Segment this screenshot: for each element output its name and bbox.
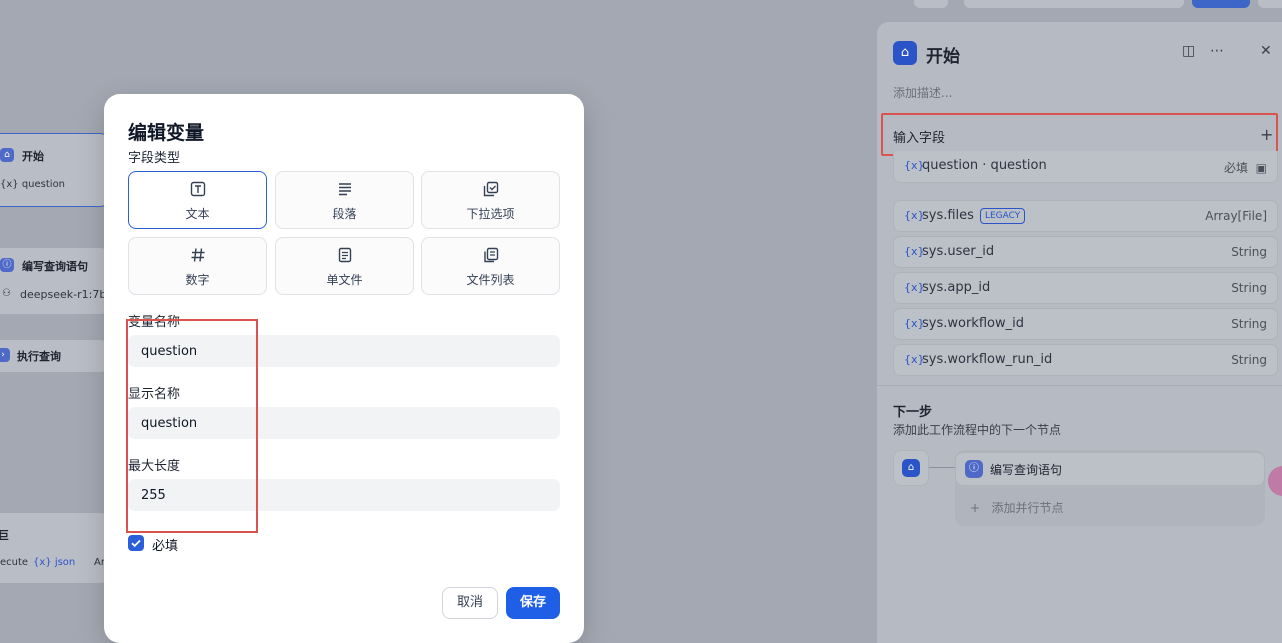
panel-title: 开始 — [926, 47, 960, 67]
divider — [877, 385, 1282, 386]
file-icon — [276, 247, 413, 267]
variable-name-wrap: sys.files LEGACY — [922, 208, 1026, 224]
add-parallel-label: 添加并行节点 — [991, 501, 1064, 515]
variable-row-sys-workflow-run-id[interactable]: {x} sys.workflow_run_id String — [893, 344, 1278, 376]
type-card-single-file[interactable]: 单文件 — [275, 237, 414, 295]
llm-icon: ⓘ — [965, 460, 983, 478]
file-list-icon — [422, 247, 559, 267]
paragraph-icon — [276, 181, 413, 201]
bottom-node-sub: ecute — [0, 557, 29, 568]
bottom-node[interactable] — [0, 513, 110, 583]
model-icon: ⚇ — [2, 288, 11, 299]
layout-icon[interactable]: ◫ — [1182, 43, 1195, 59]
home-icon: ⌂ — [0, 148, 14, 162]
text-type-icon: ▣ — [1255, 161, 1267, 175]
description-input[interactable]: 添加描述... — [893, 84, 952, 101]
start-node-title: 开始 — [22, 150, 44, 163]
required-label[interactable]: 必填 — [152, 535, 178, 554]
variable-type: String — [1231, 353, 1267, 367]
llm-icon: ⓘ — [0, 258, 14, 272]
type-label: 文本 — [185, 207, 210, 221]
toolbar-button[interactable] — [964, 0, 1184, 8]
cancel-button[interactable]: 取消 — [442, 587, 498, 619]
write-query-title: 编写查询语句 — [22, 260, 88, 273]
check-icon — [131, 539, 141, 548]
bottom-node-title: 巨 — [0, 529, 9, 542]
type-card-number[interactable]: 数字 — [128, 237, 267, 295]
type-card-paragraph[interactable]: 段落 — [275, 171, 414, 229]
type-label: 数字 — [185, 273, 210, 287]
next-step-title: 下一步 — [893, 405, 933, 420]
modal-title: 编辑变量 — [128, 122, 205, 144]
start-node-var: {x} question — [0, 179, 66, 190]
variable-type: Array[File] — [1205, 209, 1267, 223]
type-label: 下拉选项 — [466, 207, 515, 221]
publish-button[interactable] — [1192, 0, 1250, 8]
model-name: deepseek-r1:7b — [20, 288, 107, 301]
add-parallel-node[interactable]: + 添加并行节点 — [970, 499, 1064, 516]
next-step-description: 添加此工作流程中的下一个节点 — [893, 423, 1062, 437]
toolbar-button[interactable] — [1258, 0, 1282, 8]
variable-row-sys-workflow-id[interactable]: {x} sys.workflow_id String — [893, 308, 1278, 340]
type-card-text[interactable]: 文本 — [128, 171, 267, 229]
home-icon: ⌂ — [893, 41, 917, 65]
required-tag: 必填 ▣ — [1224, 161, 1267, 175]
variable-type: String — [1231, 281, 1267, 295]
type-card-file-list[interactable]: 文件列表 — [421, 237, 560, 295]
variable-name: sys.user_id — [922, 244, 995, 259]
annotation-highlight-box — [126, 319, 258, 533]
type-card-select[interactable]: 下拉选项 — [421, 171, 560, 229]
variable-name: sys.workflow_id — [922, 316, 1024, 331]
home-icon: ⌂ — [902, 459, 920, 477]
variable-name: sys.app_id — [922, 280, 991, 295]
edit-variable-modal: 编辑变量 字段类型 文本 段落 下拉选项 数字 单文件 文件列表 变量名称 qu… — [104, 94, 584, 643]
text-type-icon — [129, 181, 266, 201]
type-label: 段落 — [332, 207, 357, 221]
save-button[interactable]: 保存 — [506, 587, 560, 619]
plus-icon: + — [970, 501, 981, 515]
input-fields-label: 输入字段 — [893, 131, 946, 146]
more-icon[interactable]: ⋯ — [1210, 43, 1224, 59]
execute-query-title: 执行查询 — [17, 350, 61, 363]
type-label: 文件列表 — [466, 273, 515, 287]
toolbar-button[interactable] — [914, 0, 948, 8]
next-node-label: 编写查询语句 — [990, 463, 1063, 477]
variable-name: question · question — [922, 158, 1047, 173]
start-node[interactable] — [0, 133, 110, 207]
field-type-label: 字段类型 — [128, 151, 181, 166]
connector-line — [929, 467, 955, 468]
variable-name: sys.workflow_run_id — [922, 352, 1053, 367]
number-icon — [129, 247, 266, 267]
variable-name: sys.files — [922, 208, 974, 223]
code-icon: › — [0, 348, 10, 362]
variable-type: String — [1231, 317, 1267, 331]
type-label: 单文件 — [326, 273, 363, 287]
select-icon — [422, 181, 559, 201]
close-icon[interactable]: ✕ — [1260, 43, 1272, 59]
required-checkbox[interactable] — [128, 535, 144, 551]
variable-row-sys-user-id[interactable]: {x} sys.user_id String — [893, 236, 1278, 268]
bottom-node-var: {x} json — [33, 557, 76, 568]
variable-row-sys-app-id[interactable]: {x} sys.app_id String — [893, 272, 1278, 304]
legacy-badge: LEGACY — [979, 208, 1026, 224]
variable-type: String — [1231, 245, 1267, 259]
variable-row-sys-files[interactable]: {x} sys.files LEGACY Array[File] — [893, 200, 1278, 232]
variable-row-question[interactable]: {x} question · question 必填 ▣ — [893, 151, 1278, 183]
add-field-icon[interactable]: + — [1260, 125, 1273, 144]
